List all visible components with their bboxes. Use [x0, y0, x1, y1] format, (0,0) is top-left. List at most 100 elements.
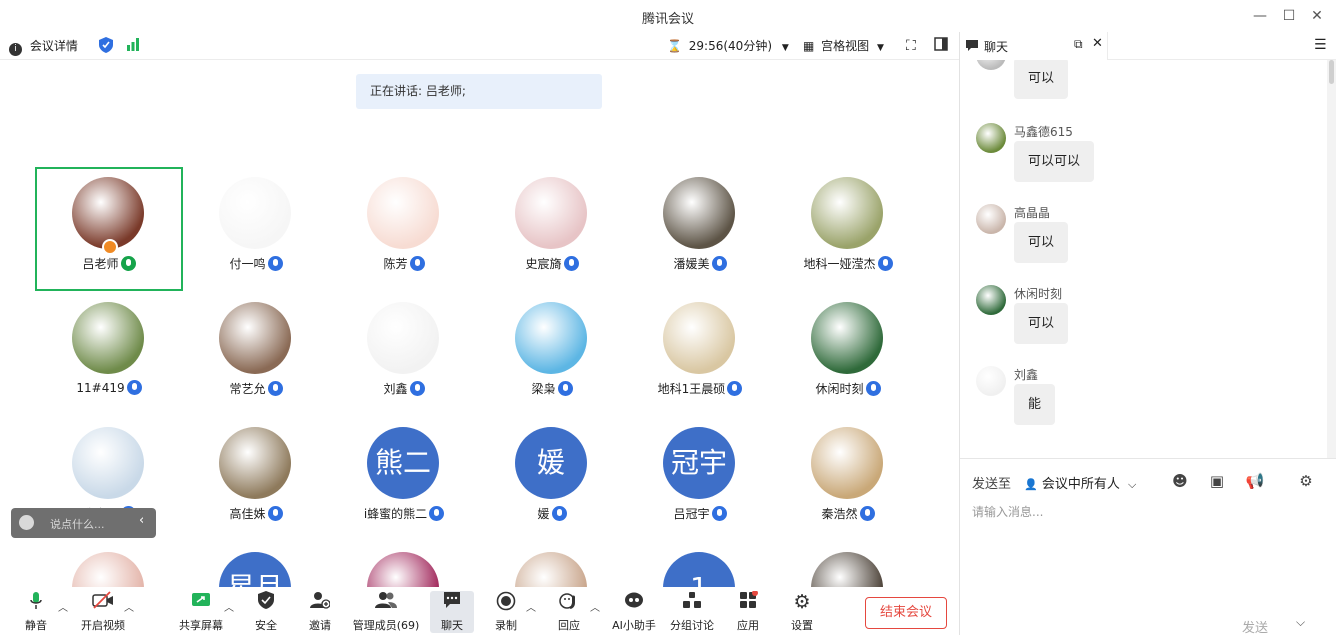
chevron-up-icon[interactable]: ︿ — [58, 599, 68, 614]
participant-name-row: 刘鑫 — [330, 380, 478, 397]
message-bubble: 可以 — [1014, 222, 1069, 263]
participant-name: 梁枭 — [531, 382, 556, 396]
avatar — [811, 427, 883, 499]
users-icon — [352, 591, 420, 613]
participant-tile[interactable]: 常艺允 — [182, 292, 330, 416]
avatar: 媛 — [515, 427, 587, 499]
chevron-up-icon[interactable]: ︿ — [224, 599, 234, 614]
participant-tile[interactable]: 刘鑫 — [330, 292, 478, 416]
quick-comment-input[interactable]: 说点什么... — [50, 516, 105, 532]
record-button[interactable]: 录制 — [493, 591, 519, 633]
participant-tile[interactable]: 梁枭 — [478, 292, 626, 416]
close-button[interactable]: ✕ — [1307, 6, 1327, 26]
chevron-up-icon[interactable]: ︿ — [590, 599, 600, 614]
chevron-up-icon[interactable]: ︿ — [526, 599, 536, 614]
send-options-icon[interactable]: ⌵ — [1296, 615, 1305, 630]
avatar — [367, 552, 439, 592]
manage-members-label: 管理成员(69) — [352, 619, 420, 632]
participant-name-row: i蜂蜜的熊二 — [330, 505, 478, 522]
menu-icon[interactable]: ☰ — [1314, 37, 1327, 53]
send-to-label: 发送至 — [972, 477, 1012, 492]
participant-tile[interactable]: 媛媛 — [478, 417, 626, 541]
file-icon[interactable]: ▣ — [1206, 470, 1228, 492]
share-screen-icon — [178, 591, 224, 613]
participant-tile[interactable] — [478, 542, 626, 592]
signal-icon[interactable] — [126, 37, 140, 55]
chat-message: 刘鑫能 — [976, 366, 1276, 446]
robot-icon — [611, 591, 657, 613]
participant-tile[interactable]: 秦浩然 — [774, 417, 922, 541]
mute-button[interactable]: 静音 — [18, 591, 54, 633]
view-toggle-button[interactable]: ▦ 宫格视图 ▼ — [803, 37, 884, 55]
participant-tile[interactable]: 陈芳 — [330, 167, 478, 291]
participant-tile[interactable] — [330, 542, 478, 592]
participant-tile[interactable]: 高佳姝 — [182, 417, 330, 541]
participant-name: 常艺允 — [229, 382, 266, 396]
chat-panel: 聊天 ⧉ ✕ ☰ 可以 马鑫德615 可以可以 高晶晶 可以 休闲时刻 可以 刘鑫能 发送至 … — [960, 32, 1336, 636]
share-screen-button[interactable]: 共享屏幕 — [178, 591, 224, 633]
settings-button[interactable]: ⚙ 设置 — [789, 591, 815, 633]
participant-tile[interactable]: 地科一娅滢杰 — [774, 167, 922, 291]
avatar — [367, 177, 439, 249]
participant-name-row: 媛 — [478, 505, 626, 522]
participant-name: 吕老师 — [82, 257, 119, 271]
emoji-icon[interactable] — [19, 515, 34, 530]
participant-tile[interactable]: 潘媛美 — [626, 167, 774, 291]
chat-scrollbar[interactable] — [1327, 60, 1336, 458]
end-meeting-button[interactable]: 结束会议 — [865, 597, 947, 629]
participant-name: 付一鸣 — [229, 257, 266, 271]
video-button[interactable]: 开启视频 — [78, 591, 128, 633]
apps-button[interactable]: 应用 — [735, 590, 761, 633]
apps-label: 应用 — [737, 619, 759, 632]
participant-name: 11#419 — [76, 381, 125, 395]
close-icon[interactable]: ✕ — [1092, 36, 1103, 51]
gear-icon: ⚙ — [793, 591, 811, 613]
emoji-icon[interactable]: ☻ — [1169, 470, 1191, 492]
participant-tile[interactable]: 1 — [626, 542, 774, 592]
timer-label: 29:56(40分钟) — [688, 39, 772, 53]
shield-icon[interactable] — [99, 37, 113, 55]
participant-tile[interactable]: 11#419 — [35, 292, 183, 416]
chevron-down-icon: ▼ — [877, 43, 884, 53]
timer-button[interactable]: ⌛ 29:56(40分钟) ▼ — [667, 37, 789, 55]
send-button[interactable]: 发送 — [1242, 617, 1268, 636]
security-button[interactable]: 安全 — [251, 591, 281, 633]
chat-settings-icon[interactable]: ⚙ — [1295, 470, 1317, 492]
participant-tile[interactable] — [774, 542, 922, 592]
participant-tile[interactable]: 付一鸣 — [182, 167, 330, 291]
participant-tile[interactable]: 吕老师 — [35, 167, 183, 291]
participant-name-row: 吕冠宇 — [626, 505, 774, 522]
participant-tile[interactable] — [35, 542, 183, 592]
message-bubble: 能 — [1014, 384, 1056, 425]
microphone-icon — [409, 381, 425, 396]
react-button[interactable]: 回应 — [556, 591, 582, 633]
message-input[interactable]: 请输入消息... — [972, 503, 1324, 603]
ai-assistant-button[interactable]: AI小助手 — [611, 591, 657, 633]
info-icon: i — [9, 43, 22, 56]
minimize-button[interactable]: — — [1250, 6, 1270, 26]
send-to-select[interactable]: 👤 会议中所有人 ⌵ — [1024, 473, 1136, 492]
quick-comment-bar[interactable]: 说点什么... ‹ — [11, 508, 156, 538]
tab-chat[interactable]: 聊天 ⧉ ✕ — [960, 32, 1108, 60]
participant-tile[interactable]: 冠宇 吕冠宇 — [626, 417, 774, 541]
participant-tile[interactable]: 地科1王晨硕 — [626, 292, 774, 416]
manage-members-button[interactable]: 管理成员(69) — [352, 591, 420, 633]
participant-tile[interactable]: 史宸旖 — [478, 167, 626, 291]
participant-tile[interactable]: 熊二 i蜂蜜的熊二 — [330, 417, 478, 541]
meeting-info-button[interactable]: i 会议详情 — [9, 37, 78, 56]
chevron-up-icon[interactable]: ︿ — [124, 599, 134, 614]
breakout-button[interactable]: 分组讨论 — [668, 591, 716, 633]
chat-message: 马鑫德615 可以可以 — [976, 123, 1276, 203]
participant-tile[interactable]: 休闲时刻 — [774, 292, 922, 416]
chat-button[interactable]: 聊天 — [430, 591, 474, 633]
participant-tile[interactable]: 星月 — [182, 542, 330, 592]
popout-icon[interactable]: ⧉ — [1074, 37, 1083, 52]
fullscreen-icon[interactable]: ⛶ — [906, 37, 916, 55]
avatar: 1 — [663, 552, 735, 592]
maximize-button[interactable]: ☐ — [1279, 6, 1299, 26]
announcement-icon[interactable]: 📢 — [1244, 470, 1266, 492]
participant-name: 地科1王晨硕 — [657, 382, 726, 396]
sidebar-toggle-icon[interactable] — [934, 37, 948, 55]
collapse-icon[interactable]: ‹ — [139, 513, 144, 528]
invite-button[interactable]: 邀请 — [305, 591, 335, 633]
